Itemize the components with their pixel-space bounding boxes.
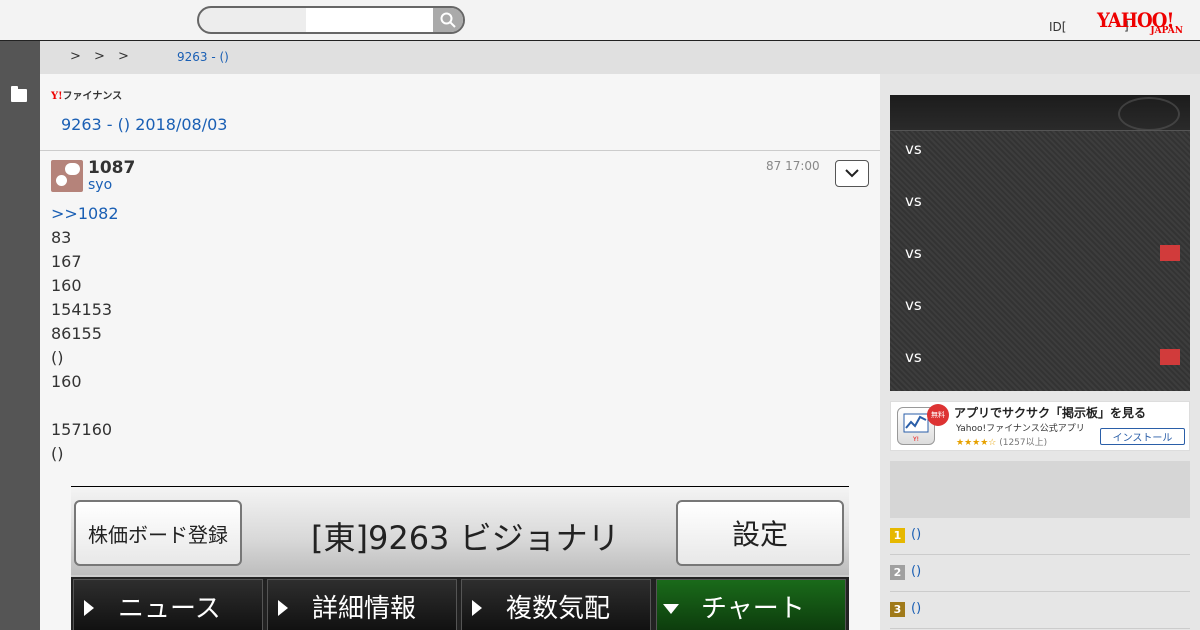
left-rail (0, 41, 40, 630)
post-author[interactable]: syo (88, 177, 112, 193)
ranking-item[interactable]: 2 () (890, 555, 1190, 592)
folder-icon[interactable] (11, 86, 27, 102)
post-line: 157160 (51, 420, 113, 439)
score-row[interactable]: vs (905, 296, 922, 314)
score-row[interactable]: vs (905, 244, 922, 262)
placeholder-block (890, 461, 1190, 518)
ranking-link[interactable]: () (911, 527, 921, 542)
app-ad-banner[interactable]: Y! 無料 アプリでサクサク「掲示板」を見る Yahoo!ファイナンス公式アプリ… (890, 401, 1190, 451)
global-header: ID[ ] YAHOO! JAPAN (0, 0, 1200, 41)
post-line: 160 (51, 372, 82, 391)
logo-sub: JAPAN (1150, 26, 1183, 36)
post-line: 160 (51, 276, 82, 295)
attached-tab: 複数気配 (461, 579, 651, 630)
breadcrumb-separator: > (70, 49, 81, 64)
yf-label: ファイナンス (62, 91, 123, 102)
search-icon (440, 12, 456, 28)
post-line: () (51, 348, 64, 367)
search-input[interactable] (306, 8, 436, 32)
attached-board-button: 株価ボード登録 (74, 500, 242, 566)
baseball-scoreboard[interactable]: vs vs vs vs vs (890, 95, 1190, 391)
yahoo-japan-logo[interactable]: YAHOO! JAPAN (1097, 9, 1189, 37)
main-content: Y!ファイナンス 9263 - () 2018/08/03 1087 syo 8… (40, 74, 880, 630)
rating-stars: ★★★★☆ (956, 438, 997, 448)
score-row[interactable]: vs (905, 192, 922, 210)
reply-link[interactable]: >>1082 (51, 202, 119, 226)
attached-tab-label: 複数気配 (506, 594, 611, 624)
ranking-link[interactable]: () (911, 601, 921, 616)
post-menu-button[interactable] (835, 160, 869, 187)
breadcrumb-separator: > (118, 49, 129, 64)
attached-tab-label: ニュース (118, 594, 221, 624)
login-link[interactable]: ID[ (1049, 20, 1066, 34)
caret-right-icon (472, 600, 482, 616)
attached-tabs: ニュース 詳細情報 複数気配 チャート (71, 577, 849, 630)
search-button[interactable] (433, 8, 463, 32)
caret-right-icon (84, 600, 94, 616)
rank-badge: 3 (890, 602, 905, 617)
rating-count: (1257以上) (999, 438, 1048, 448)
team-flag-icon (1160, 245, 1180, 261)
rank-badge: 1 (890, 528, 905, 543)
attached-tab-active: チャート (656, 579, 846, 630)
chevron-down-icon (845, 169, 859, 178)
scoreboard-header (890, 95, 1190, 131)
breadcrumb-current[interactable]: 9263 - () (177, 50, 229, 64)
rank-badge: 2 (890, 565, 905, 580)
ranking-link[interactable]: () (911, 564, 921, 579)
post-body: >>1082 83 167 160 154153 86155 () 160 15… (51, 202, 119, 466)
ranking-item[interactable]: 3 () (890, 592, 1190, 629)
search-box (197, 6, 465, 34)
post-line: 83 (51, 228, 72, 247)
avatar[interactable] (51, 160, 83, 192)
svg-text:Y!: Y! (912, 436, 919, 443)
post-line: 167 (51, 252, 82, 271)
thread-title[interactable]: 9263 - () 2018/08/03 (61, 115, 227, 134)
caret-right-icon (278, 600, 288, 616)
free-badge: 無料 (927, 404, 949, 426)
attached-tab: 詳細情報 (267, 579, 457, 630)
post-line: () (51, 444, 64, 463)
post-line: 86155 (51, 324, 102, 343)
ad-subtitle: Yahoo!ファイナンス公式アプリ (956, 424, 1085, 434)
attached-tab-label: 詳細情報 (312, 594, 417, 624)
yahoo-finance-logo[interactable]: Y!ファイナンス (51, 87, 122, 102)
breadcrumb: > > > 9263 - () (40, 41, 1200, 74)
post-line (51, 394, 119, 418)
ad-title: アプリでサクサク「掲示板」を見る (954, 406, 1147, 420)
team-flag-icon (1160, 349, 1180, 365)
star-rating: ★★★★☆ (1257以上) (956, 435, 1047, 448)
install-button[interactable]: インストール (1100, 428, 1185, 445)
score-row[interactable]: vs (905, 140, 922, 158)
attached-tab: ニュース (73, 579, 263, 630)
attached-title: [東]9263 ビジョナリ (311, 519, 620, 557)
ranking-item[interactable]: 1 () (890, 518, 1190, 555)
baseball-icon (1118, 97, 1180, 131)
attached-image[interactable]: 株価ボード登録 [東]9263 ビジョナリ 設定 ニュース 詳細情報 複数気配 … (71, 486, 849, 630)
post-time: 87 17:00 (766, 159, 820, 173)
post-number: 1087 (88, 158, 136, 178)
right-sidebar: vs vs vs vs vs Y! 無料 アプリでサクサク「掲示板」を見る Ya… (880, 74, 1200, 630)
breadcrumb-separator: > (94, 49, 105, 64)
divider (40, 150, 880, 151)
score-row[interactable]: vs (905, 348, 922, 366)
attached-tab-label: チャート (701, 594, 805, 624)
caret-down-icon (663, 604, 679, 614)
attached-settings-button: 設定 (676, 500, 844, 566)
attached-topbar: 株価ボード登録 [東]9263 ビジョナリ 設定 (71, 487, 849, 575)
post-line: 154153 (51, 300, 113, 319)
yf-prefix: Y! (51, 91, 63, 102)
